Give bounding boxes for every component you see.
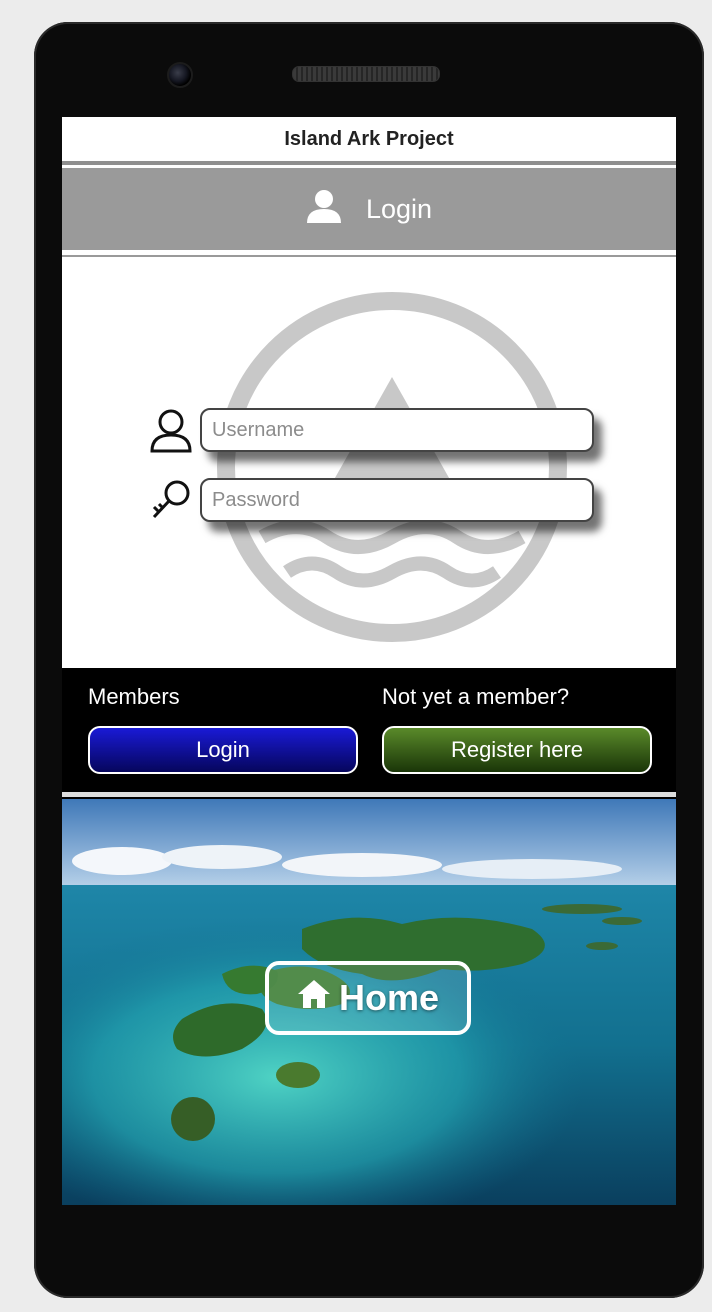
register-button[interactable]: Register here bbox=[382, 726, 652, 774]
home-icon bbox=[297, 977, 331, 1019]
login-header: Login bbox=[62, 168, 676, 255]
phone-frame: Island Ark Project Login Username Member… bbox=[34, 22, 704, 1298]
home-button[interactable]: Home bbox=[265, 961, 471, 1035]
user-outline-icon bbox=[142, 405, 200, 455]
members-label: Members bbox=[88, 684, 180, 709]
key-icon bbox=[142, 475, 200, 525]
hero-image: Home bbox=[62, 799, 676, 1205]
password-row bbox=[142, 475, 594, 525]
username-row bbox=[142, 405, 594, 455]
logo-watermark bbox=[217, 292, 567, 642]
username-input[interactable] bbox=[200, 408, 594, 452]
camera-icon bbox=[167, 62, 193, 88]
divider bbox=[62, 792, 676, 799]
login-form bbox=[62, 255, 676, 665]
speaker-grille bbox=[292, 66, 440, 82]
user-icon bbox=[306, 189, 342, 230]
nonmember-label: Not yet a member? bbox=[382, 684, 570, 709]
app-screen: Island Ark Project Login Username Member… bbox=[62, 117, 676, 1205]
members-bar: Members Not yet a member? Login Register… bbox=[62, 664, 676, 792]
login-button[interactable]: Login bbox=[88, 726, 358, 774]
app-title: Island Ark Project bbox=[62, 117, 676, 165]
home-button-label: Home bbox=[338, 977, 440, 1018]
login-header-label: Login bbox=[365, 193, 433, 224]
password-input[interactable] bbox=[200, 478, 594, 522]
